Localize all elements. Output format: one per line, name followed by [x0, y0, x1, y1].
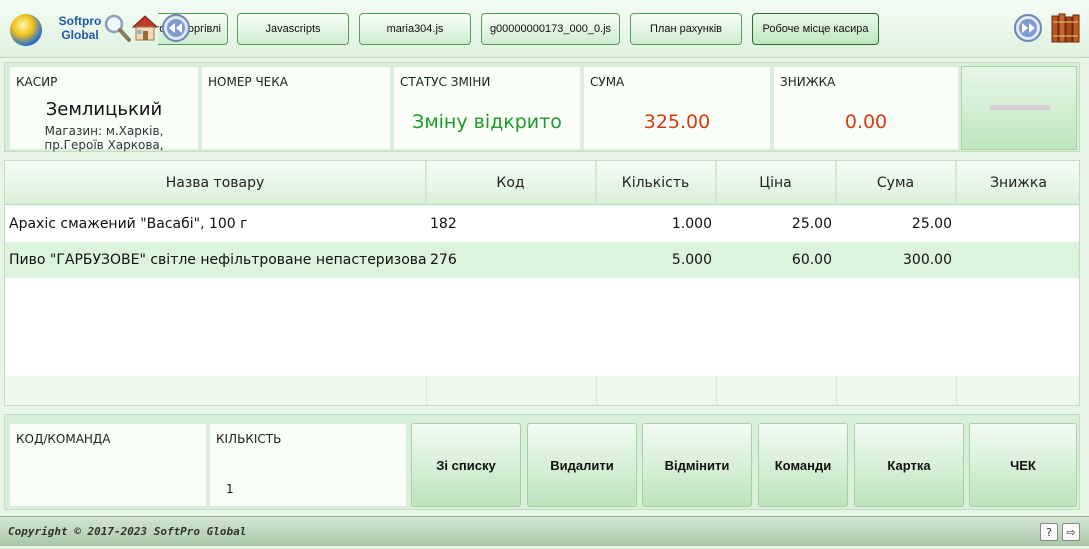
- books-icon[interactable]: [1050, 12, 1084, 44]
- button-label: Команди: [774, 457, 832, 473]
- home-icon[interactable]: [130, 12, 160, 44]
- column-header-label: Знижка: [990, 174, 1047, 191]
- status-footer: Copyright © 2017-2023 SoftPro Global ? ⇨: [0, 516, 1089, 546]
- receipt-number-label: НОМЕР ЧЕКА: [208, 75, 288, 89]
- cancel-button[interactable]: Відмінити: [642, 423, 752, 507]
- cell-price: 25.00: [791, 216, 832, 232]
- tab-label: Робоче місце касира: [762, 23, 869, 35]
- cell-quantity: 1.000: [671, 216, 712, 232]
- magnifier-icon[interactable]: [102, 12, 132, 44]
- globe-icon: [10, 14, 42, 46]
- store-line-2: пр.Героїв Харкова,: [44, 138, 164, 152]
- quantity-label: КІЛЬКІСТЬ: [216, 432, 282, 446]
- total-sum-cell: СУМА 325.00: [583, 66, 771, 150]
- total-sum-label: СУМА: [590, 75, 625, 89]
- discount-value: 0.00: [844, 111, 888, 133]
- button-label: Відмінити: [664, 457, 730, 473]
- tab-label: Javascripts: [265, 23, 321, 35]
- delete-button[interactable]: Видалити: [527, 423, 637, 507]
- quantity-input[interactable]: 1: [226, 482, 234, 496]
- tab-label: План рахунків: [650, 23, 722, 35]
- cashier-name: Землицький: [45, 99, 163, 120]
- table-row[interactable]: Арахіс смажений "Васабі", 100 г 182 1.00…: [5, 206, 1079, 242]
- exit-glyph: ⇨: [1066, 525, 1076, 539]
- receipt-items-table: Назва товару Код Кількість Ціна Сума Зни…: [4, 160, 1080, 406]
- cell-sum: 300.00: [903, 252, 952, 268]
- cell-discount: [956, 242, 1079, 278]
- cell-quantity: 5.000: [671, 252, 712, 268]
- column-header-label: Код: [496, 174, 525, 191]
- cell-sum: 25.00: [911, 216, 952, 232]
- logo-line-1: Softpro: [58, 14, 102, 28]
- help-icon[interactable]: ?: [1040, 523, 1058, 541]
- faded-label: [990, 105, 1050, 110]
- shift-status-value: Зміну відкрито: [412, 111, 562, 133]
- tab-label: maria304.js: [386, 23, 444, 35]
- command-label: КОД/КОМАНДА: [16, 432, 111, 446]
- info-action-button[interactable]: [961, 66, 1077, 150]
- total-sum-value: 325.00: [643, 111, 711, 133]
- column-header-discount[interactable]: Знижка: [956, 161, 1079, 205]
- cell-price: 60.00: [791, 252, 832, 268]
- shift-status-cell: СТАТУС ЗМІНИ Зміну відкрито: [393, 66, 581, 150]
- button-label: ЧЕК: [1010, 457, 1036, 473]
- column-header-sum[interactable]: Сума: [836, 161, 956, 205]
- cell-code: 182: [430, 216, 457, 232]
- cell-code: 276: [430, 252, 457, 268]
- help-glyph: ?: [1046, 525, 1052, 539]
- column-header-code[interactable]: Код: [426, 161, 596, 205]
- top-toolbar: Softpro Global Історія торгівлі: [0, 0, 1089, 58]
- tab-g00000000173[interactable]: g00000000173_000_0.js: [481, 13, 620, 45]
- command-cell[interactable]: КОД/КОМАНДА: [9, 423, 207, 507]
- column-header-name[interactable]: Назва товару: [5, 161, 426, 205]
- tab-cashier-workplace[interactable]: Робоче місце касира: [752, 13, 879, 45]
- column-header-label: Сума: [876, 174, 915, 191]
- column-header-label: Ціна: [759, 174, 792, 191]
- rewind-left-icon[interactable]: [160, 12, 192, 44]
- button-label: Картка: [887, 457, 931, 473]
- button-label: Зі списку: [436, 457, 496, 473]
- tab-label: g00000000173_000_0.js: [489, 23, 612, 35]
- shift-status-label: СТАТУС ЗМІНИ: [400, 75, 491, 89]
- receipt-number-cell: НОМЕР ЧЕКА: [201, 66, 391, 150]
- logo-text: Softpro Global: [50, 14, 110, 42]
- quantity-cell[interactable]: КІЛЬКІСТЬ 1: [209, 423, 407, 507]
- store-address: Магазин: м.Харків, пр.Героїв Харкова,: [10, 124, 198, 152]
- column-header-label: Назва товару: [165, 174, 265, 191]
- tab-maria304[interactable]: maria304.js: [359, 13, 471, 45]
- cell-discount: [956, 206, 1079, 242]
- store-line-1: Магазин: м.Харків,: [44, 124, 164, 138]
- commands-button[interactable]: Команди: [758, 423, 848, 507]
- tab-chart-of-accounts[interactable]: План рахунків: [630, 13, 742, 45]
- receipt-info-panel: КАСИР Землицький Магазин: м.Харків, пр.Г…: [4, 62, 1080, 152]
- table-row[interactable]: Пиво "ГАРБУЗОВЕ" світле нефільтроване не…: [5, 242, 1079, 278]
- fast-forward-icon[interactable]: [1012, 12, 1044, 44]
- input-command-panel: КОД/КОМАНДА КІЛЬКІСТЬ 1 Зі списку Видали…: [4, 414, 1080, 510]
- column-header-label: Кількість: [621, 174, 690, 191]
- softpro-logo[interactable]: Softpro Global: [8, 12, 108, 48]
- cashier-cell: КАСИР Землицький Магазин: м.Харків, пр.Г…: [9, 66, 199, 152]
- receipt-button[interactable]: ЧЕК: [969, 423, 1077, 507]
- cashier-label: КАСИР: [16, 75, 58, 89]
- button-label: Видалити: [550, 457, 614, 473]
- copyright-text: Copyright © 2017-2023 SoftPro Global: [8, 525, 247, 538]
- column-header-quantity[interactable]: Кількість: [596, 161, 716, 205]
- cell-name: Пиво "ГАРБУЗОВЕ" світле нефільтроване не…: [9, 252, 426, 268]
- from-list-button[interactable]: Зі списку: [411, 423, 521, 507]
- tab-javascripts[interactable]: Javascripts: [237, 13, 349, 45]
- cell-name: Арахіс смажений "Васабі", 100 г: [9, 216, 248, 232]
- column-header-price[interactable]: Ціна: [716, 161, 836, 205]
- logo-line-2: Global: [61, 28, 99, 42]
- card-button[interactable]: Картка: [854, 423, 964, 507]
- discount-label: ЗНИЖКА: [780, 75, 836, 89]
- table-empty-area: [5, 278, 1079, 376]
- exit-icon[interactable]: ⇨: [1062, 523, 1080, 541]
- discount-cell: ЗНИЖКА 0.00: [773, 66, 959, 150]
